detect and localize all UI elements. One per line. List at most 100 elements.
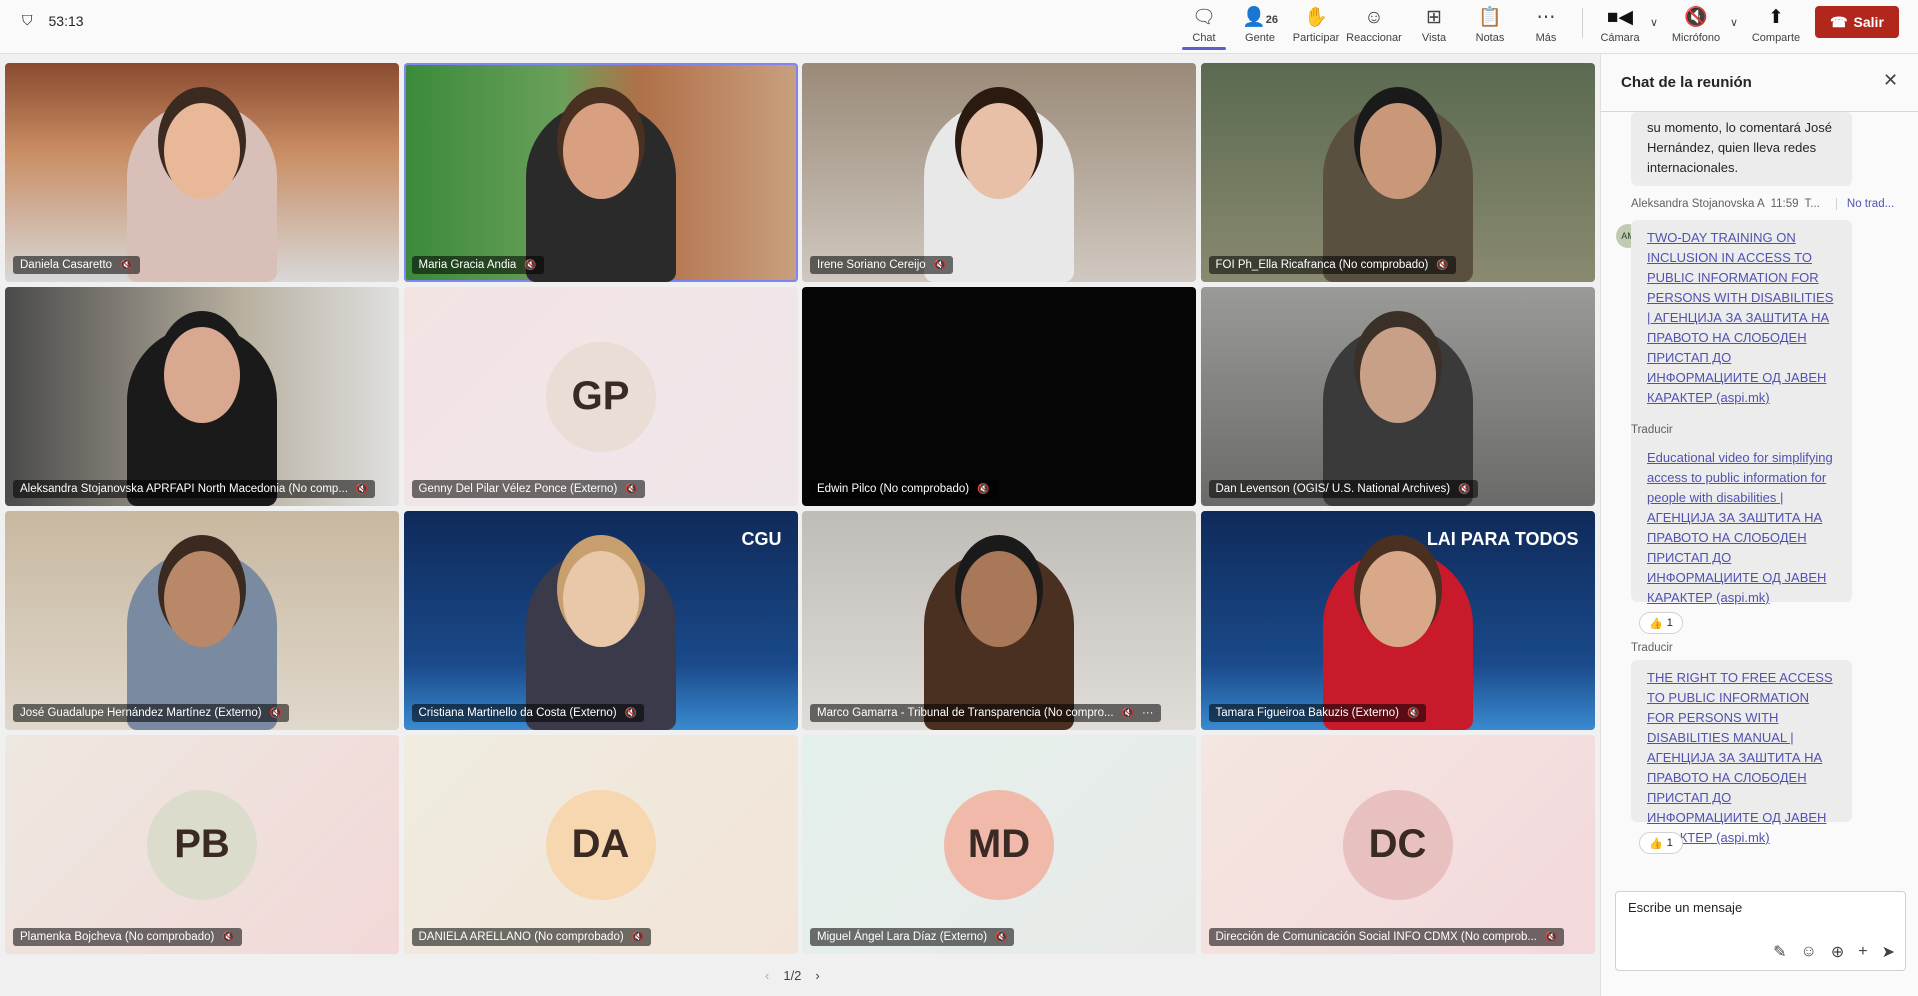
emoji-icon[interactable]: ☺ [1801, 943, 1817, 961]
chat-message: Educational video for simplifying access… [1631, 440, 1852, 605]
reaction-like[interactable]: 👍 1 [1639, 612, 1683, 634]
chat-title: Chat de la reunión [1621, 74, 1752, 91]
label: Salir [1853, 14, 1884, 30]
mic-options-chevron-icon[interactable]: ∨ [1730, 16, 1738, 29]
video-grid: Daniela Casaretto 🔇 Maria Gracia Andia 🔇 Ire… [5, 63, 1595, 954]
close-icon[interactable]: ✕ [1883, 70, 1898, 91]
message-link[interactable]: THE RIGHT TO FREE ACCESS TO PUBLIC INFOR… [1647, 668, 1836, 848]
participant-name: DANIELA ARELLANO (No comprobado) [418, 931, 624, 943]
message-text: su momento, lo comentará José Hernández,… [1647, 120, 1832, 175]
message-input[interactable] [1628, 900, 1888, 915]
participant-tile[interactable]: Irene Soriano Cereijo 🔇 [802, 63, 1196, 282]
participant-face [961, 103, 1037, 199]
plus-icon[interactable]: + [1858, 943, 1867, 961]
participant-name: Tamara Figueiroa Bakuzis (Externo) [1215, 707, 1399, 719]
participant-name-tag: Marco Gamarra - Tribunal de Transparenci… [810, 704, 1161, 722]
participant-tile[interactable]: Edwin Pilco (No comprobado) 🔇 [802, 287, 1196, 506]
mic-off-icon: 🔇 [1684, 7, 1708, 28]
avatar: DC [1342, 789, 1453, 900]
meeting-timer: ⛉ 53:13 [22, 12, 84, 29]
compose-box: ✎ ☺ ⊕ + ➤ [1615, 891, 1906, 971]
avatar: GP [545, 341, 656, 452]
label: Gente [1245, 32, 1275, 44]
phone-hangup-icon: ☎ [1830, 13, 1848, 30]
participant-name-tag: Irene Soriano Cereijo 🔇 [810, 256, 954, 274]
participant-name: Miguel Ángel Lara Díaz (Externo) [817, 931, 988, 943]
format-icon[interactable]: ✎ [1773, 942, 1786, 962]
participant-tile[interactable]: Aleksandra Stojanovska APRFAPI North Mac… [5, 287, 399, 506]
participant-tile[interactable]: MD Miguel Ángel Lara Díaz (Externo) 🔇 [802, 735, 1196, 954]
translate-link[interactable]: Traducir [1631, 642, 1673, 654]
participant-face [1359, 103, 1436, 199]
mic-off-icon: 🔇 [624, 707, 638, 719]
camera-options-chevron-icon[interactable]: ∨ [1650, 16, 1658, 29]
translate-link[interactable]: T... [1805, 198, 1820, 210]
more-options-icon[interactable]: ··· [1142, 707, 1154, 719]
participant-tile[interactable]: FOI Ph_Ella Ricafranca (No comprobado) 🔇 [1200, 63, 1595, 282]
participant-name-tag: Tamara Figueiroa Bakuzis (Externo) 🔇 [1208, 704, 1427, 722]
thumbs-up-icon: 👍 [1649, 617, 1663, 630]
share-button[interactable]: ⬆ Comparte [1748, 4, 1804, 44]
raise-hand-button[interactable]: ✋ Participar [1288, 4, 1344, 44]
participant-name-tag: FOI Ph_Ella Ricafranca (No comprobado) 🔇 [1208, 256, 1456, 274]
participant-name: Dirección de Comunicación Social INFO CD… [1215, 931, 1537, 943]
microphone-button[interactable]: 🔇 Micrófono [1668, 4, 1724, 44]
translate-link[interactable]: Traducir [1631, 424, 1673, 436]
participant-tile[interactable]: Dan Levenson (OGIS/ U.S. National Archiv… [1200, 287, 1595, 506]
reaction-like[interactable]: 👍 1 [1639, 832, 1683, 854]
more-button[interactable]: ⋯ Más [1518, 4, 1574, 44]
smiley-icon: ☺ [1364, 7, 1384, 28]
view-button[interactable]: ⊞ Vista [1406, 4, 1462, 44]
label: Notas [1475, 32, 1505, 44]
camera-button[interactable]: ■◀ Cámara [1592, 4, 1648, 44]
participant-name-tag: José Guadalupe Hernández Martínez (Exter… [13, 704, 290, 722]
participant-tile[interactable]: Daniela Casaretto 🔇 [5, 63, 399, 282]
camera-icon: ■◀ [1606, 7, 1634, 28]
participant-name-tag: Miguel Ángel Lara Díaz (Externo) 🔇 [810, 928, 1015, 946]
pagination: ‹ 1/2 › [765, 968, 820, 983]
participant-name: Dan Levenson (OGIS/ U.S. National Archiv… [1215, 483, 1451, 495]
mic-off-icon: 🔇 [524, 259, 537, 271]
participant-tile[interactable]: CGU Cristiana Martinello da Costa (Extern… [403, 511, 798, 730]
participant-face [961, 551, 1037, 647]
notes-button[interactable]: 📋 Notas [1462, 4, 1518, 44]
chat-button[interactable]: 🗨 Chat [1176, 4, 1232, 50]
message-time: 11:59 [1770, 198, 1799, 210]
mic-off-icon: 🔇 [933, 259, 947, 271]
background-logo: CGU [741, 529, 782, 549]
participant-name: Marco Gamarra - Tribunal de Transparenci… [817, 707, 1114, 719]
participant-tile[interactable]: PB Plamenka Bojcheva (No comprobado) 🔇 [5, 735, 399, 954]
participant-tile[interactable]: GP Genny Del Pilar Vélez Ponce (Externo) 🔇 [403, 287, 798, 506]
participant-name-tag: Edwin Pilco (No comprobado) 🔇 [810, 480, 997, 498]
shield-icon: ⛉ [22, 12, 33, 28]
participant-name: Aleksandra Stojanovska APRFAPI North Mac… [20, 483, 348, 495]
participant-tile[interactable]: Maria Gracia Andia 🔇 [403, 63, 798, 282]
react-button[interactable]: ☺ Reaccionar [1346, 4, 1402, 44]
participant-name: Plamenka Bojcheva (No comprobado) [20, 931, 215, 943]
participant-tile[interactable]: DC Dirección de Comunicación Social INFO … [1200, 735, 1595, 954]
send-icon[interactable]: ➤ [1882, 942, 1895, 962]
participant-tile[interactable]: DA DANIELA ARELLANO (No comprobado) 🔇 [403, 735, 798, 954]
participant-face [562, 551, 639, 647]
not-translated-link[interactable]: No trad... [1835, 198, 1894, 210]
participant-face [164, 103, 240, 199]
hand-icon: ✋ [1304, 7, 1328, 28]
participant-name: Edwin Pilco (No comprobado) [817, 483, 970, 495]
loop-icon[interactable]: ⊕ [1831, 942, 1844, 962]
participant-name-tag: Dan Levenson (OGIS/ U.S. National Archiv… [1208, 480, 1478, 498]
people-button[interactable]: 👤26 Gente [1232, 4, 1288, 44]
label: Comparte [1751, 32, 1801, 44]
participant-tile[interactable]: Marco Gamarra - Tribunal de Transparenci… [802, 511, 1196, 730]
grid-icon: ⊞ [1426, 7, 1442, 28]
leave-button[interactable]: ☎ Salir [1815, 6, 1899, 38]
mic-off-icon: 🔇 [1436, 259, 1449, 271]
participant-tile[interactable]: José Guadalupe Hernández Martínez (Exter… [5, 511, 399, 730]
participant-face [164, 327, 240, 423]
participant-name-tag: Daniela Casaretto 🔇 [13, 256, 140, 274]
next-page-chevron-icon[interactable]: › [815, 968, 819, 983]
prev-page-chevron-icon[interactable]: ‹ [765, 968, 769, 983]
mic-off-icon: 🔇 [355, 483, 369, 495]
participant-tile[interactable]: LAI PARA TODOS Tamara Figueiroa Bakuzis (… [1200, 511, 1595, 730]
message-link[interactable]: TWO-DAY TRAINING ON INCLUSION IN ACCESS … [1647, 228, 1836, 408]
message-link[interactable]: Educational video for simplifying access… [1647, 448, 1836, 608]
